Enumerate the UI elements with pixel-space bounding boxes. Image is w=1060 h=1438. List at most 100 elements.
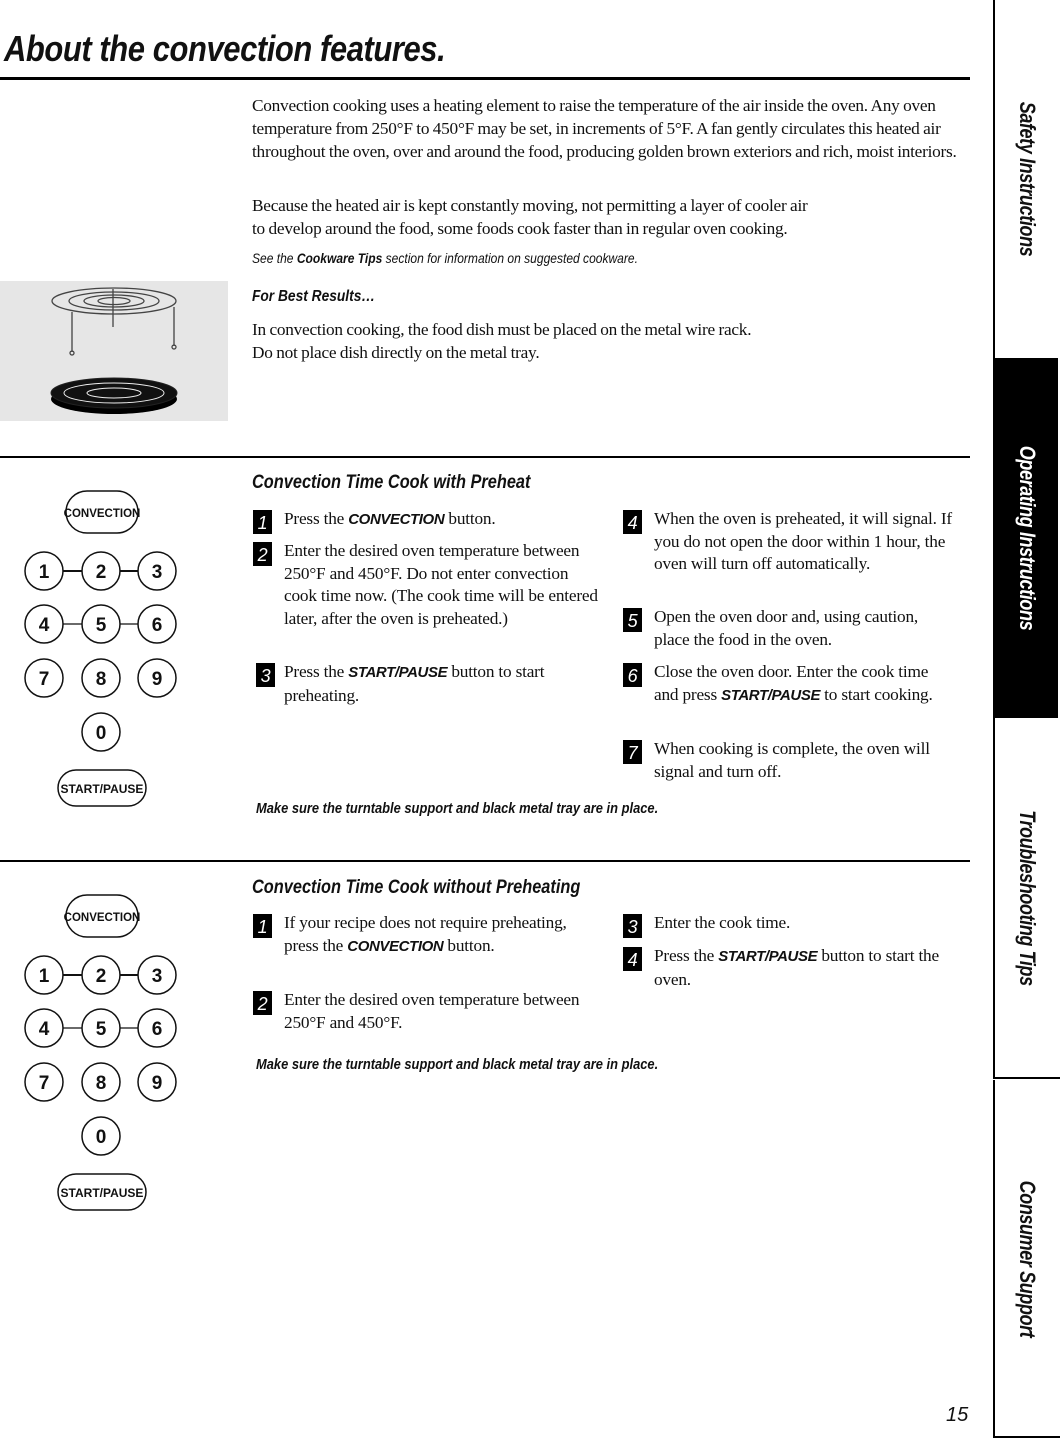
digit-key-label: 6 xyxy=(152,615,163,636)
digit-key-2: 2 xyxy=(81,955,121,995)
keypad-diagram-preheat: CONVECTION 1 2 3 4 5 6 7 8 9 0 START/PAUSE xyxy=(0,478,230,808)
section-heading-preheat: Convection Time Cook with Preheat xyxy=(252,472,531,493)
start-pause-key: START/PAUSE xyxy=(57,1173,147,1211)
step-number: 1 xyxy=(253,914,272,938)
section-divider xyxy=(0,456,970,458)
title-rule xyxy=(0,77,970,80)
step-number: 2 xyxy=(253,991,272,1015)
page-title: About the convection features. xyxy=(4,28,446,69)
step-preheat-3: 3 Press the START/PAUSE button to start … xyxy=(256,661,556,707)
step-number: 2 xyxy=(253,542,272,566)
tab-divider xyxy=(993,1077,1060,1079)
digit-key-label: 2 xyxy=(96,966,107,987)
step-number: 3 xyxy=(256,663,275,687)
digit-key-5: 5 xyxy=(81,1008,121,1048)
digit-key-label: 9 xyxy=(152,669,163,690)
digit-key-6: 6 xyxy=(137,1008,177,1048)
step-no-preheat-1: 1 If your recipe does not require prehea… xyxy=(253,912,583,958)
step-number: 6 xyxy=(623,663,642,687)
step-number: 7 xyxy=(623,740,642,764)
best-results-heading: For Best Results… xyxy=(252,288,376,305)
digit-key-label: 0 xyxy=(96,723,107,744)
convection-key: CONVECTION xyxy=(64,490,141,534)
step-number: 5 xyxy=(623,608,642,632)
placement-note-no-preheat: Make sure the turntable support and blac… xyxy=(256,1056,659,1073)
digit-key-label: 1 xyxy=(39,966,50,987)
step-preheat-2: 2 Enter the desired oven temperature bet… xyxy=(253,540,603,630)
digit-key-label: 8 xyxy=(96,669,107,690)
intro-paragraph-2-line-1: Because the heated air is kept constantl… xyxy=(252,196,808,215)
wire-rack-icon xyxy=(50,287,178,414)
start-pause-key: START/PAUSE xyxy=(57,769,147,807)
digit-key-8: 8 xyxy=(81,658,121,698)
digit-key-7: 7 xyxy=(24,658,64,698)
digit-key-label: 7 xyxy=(39,669,50,690)
keypad-svg: CONVECTION 1 2 3 4 5 6 7 8 9 0 START/PAUSE xyxy=(24,490,177,807)
digit-key-9: 9 xyxy=(137,658,177,698)
digit-key-label: 3 xyxy=(152,966,163,987)
digit-key-1: 1 xyxy=(24,551,64,591)
digit-key-9: 9 xyxy=(137,1062,177,1102)
step-preheat-5: 5 Open the oven door and, using caution,… xyxy=(623,606,953,651)
digit-key-label: 0 xyxy=(96,1127,107,1148)
digit-key-8: 8 xyxy=(81,1062,121,1102)
keypad-svg: CONVECTION 1 2 3 4 5 6 7 8 9 0 START/PAUSE xyxy=(24,894,177,1211)
digit-key-label: 7 xyxy=(39,1073,50,1094)
step-preheat-4: 4 When the oven is preheated, it will si… xyxy=(623,508,953,576)
convection-key: CONVECTION xyxy=(64,894,141,938)
digit-key-label: 5 xyxy=(96,1019,107,1040)
digit-key-0: 0 xyxy=(81,712,121,752)
digit-key-2: 2 xyxy=(81,551,121,591)
digit-key-label: 9 xyxy=(152,1073,163,1094)
digit-key-4: 4 xyxy=(24,604,64,644)
step-number: 3 xyxy=(623,914,642,938)
step-no-preheat-2: 2 Enter the desired oven temperature bet… xyxy=(253,989,593,1034)
digit-key-label: 4 xyxy=(39,615,50,636)
digit-key-5: 5 xyxy=(81,604,121,644)
placement-note-preheat: Make sure the turntable support and blac… xyxy=(256,800,659,817)
step-no-preheat-4: 4 Press the START/PAUSE button to start … xyxy=(623,945,963,991)
digit-key-4: 4 xyxy=(24,1008,64,1048)
step-preheat-6: 6 Close the oven door. Enter the cook ti… xyxy=(623,661,953,707)
digit-key-3: 3 xyxy=(137,955,177,995)
digit-key-label: 8 xyxy=(96,1073,107,1094)
section-divider xyxy=(0,860,970,862)
section-heading-no-preheat: Convection Time Cook without Preheating xyxy=(252,877,581,898)
intro-paragraph-1: Convection cooking uses a heating elemen… xyxy=(252,96,957,161)
digit-key-3: 3 xyxy=(137,551,177,591)
digit-key-label: 3 xyxy=(152,562,163,583)
intro-paragraph-2-line-2: to develop around the food, some foods c… xyxy=(252,219,788,238)
best-results-text: In convection cooking, the food dish mus… xyxy=(252,320,752,362)
step-no-preheat-3: 3 Enter the cook time. xyxy=(623,912,963,938)
digit-key-0: 0 xyxy=(81,1116,121,1156)
wire-rack-and-tray-figure xyxy=(0,281,228,421)
digit-key-7: 7 xyxy=(24,1062,64,1102)
step-number: 4 xyxy=(623,947,642,971)
cookware-tips-note: See the Cookware Tips section for inform… xyxy=(252,250,638,266)
step-number: 4 xyxy=(623,510,642,534)
digit-key-label: 2 xyxy=(96,562,107,583)
convection-key-label: CONVECTION xyxy=(64,508,141,520)
start-pause-key-label: START/PAUSE xyxy=(61,1186,144,1200)
digit-key-label: 1 xyxy=(39,562,50,583)
convection-key-label: CONVECTION xyxy=(64,912,141,924)
metal-tray-icon xyxy=(50,377,178,414)
digit-key-label: 4 xyxy=(39,1019,50,1040)
digit-key-label: 6 xyxy=(152,1019,163,1040)
intro-paragraph-2: Because the heated air is kept constantl… xyxy=(252,194,972,240)
page-number: 15 xyxy=(946,1404,969,1426)
cookware-tips-reference: Cookware Tips xyxy=(296,250,383,266)
keypad-diagram-no-preheat: CONVECTION 1 2 3 4 5 6 7 8 9 0 START/PAUSE xyxy=(0,882,230,1212)
tab-safety-instructions[interactable]: Safety Instructions xyxy=(993,0,1058,358)
step-preheat-1: 1 Press the CONVECTION button. xyxy=(253,508,603,534)
tab-operating-instructions[interactable]: Operating Instructions xyxy=(993,358,1058,718)
side-tab-navigation: Safety Instructions Operating Instructio… xyxy=(993,0,1060,1438)
step-preheat-7: 7 When cooking is complete, the oven wil… xyxy=(623,738,953,783)
tab-consumer-support[interactable]: Consumer Support xyxy=(993,1080,1058,1438)
digit-key-label: 5 xyxy=(96,615,107,636)
step-number: 1 xyxy=(253,510,272,534)
start-pause-key-label: START/PAUSE xyxy=(61,782,144,796)
digit-key-1: 1 xyxy=(24,955,64,995)
digit-key-6: 6 xyxy=(137,604,177,644)
tab-troubleshooting-tips[interactable]: Troubleshooting Tips xyxy=(993,718,1058,1078)
